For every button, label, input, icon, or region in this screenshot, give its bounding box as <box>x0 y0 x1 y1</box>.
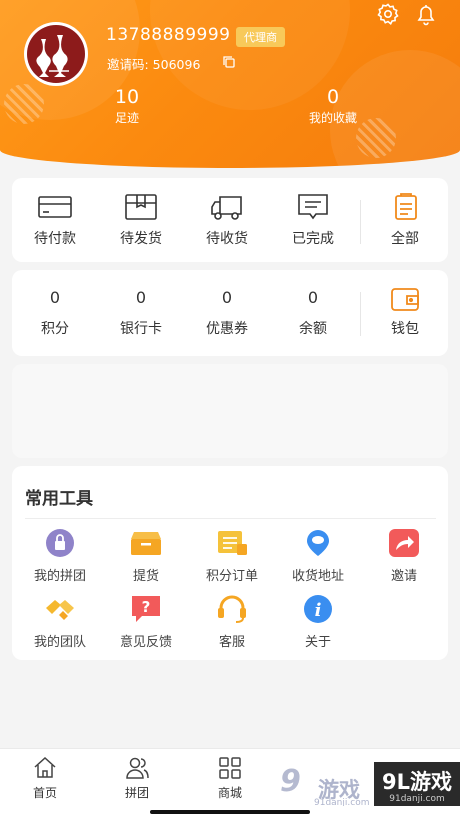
group-buy-icon <box>43 528 77 558</box>
orders-card: 待付款 待发货 待收货 已完成 全部 <box>12 178 448 262</box>
order-pending-shipment-label: 待发货 <box>120 231 162 247</box>
coupon-label: 优惠券 <box>206 321 248 337</box>
tool-my-team[interactable]: 我的团队 <box>17 594 103 650</box>
coupon-value: 0 <box>221 288 233 307</box>
order-pending-receipt[interactable]: 待收货 <box>184 192 270 248</box>
people-icon <box>124 755 150 781</box>
order-pending-payment[interactable]: 待付款 <box>12 192 98 248</box>
order-pending-payment-label: 待付款 <box>34 231 76 247</box>
wallet-item[interactable]: 钱包 <box>362 284 448 338</box>
tool-feedback[interactable]: ? 意见反馈 <box>103 594 189 650</box>
truck-icon <box>211 196 242 220</box>
order-pending-shipment[interactable]: 待发货 <box>98 192 184 248</box>
stat-favorites[interactable]: 0 我的收藏 <box>292 86 374 126</box>
wallet-icon <box>391 288 419 311</box>
bank-card-label: 银行卡 <box>120 321 162 337</box>
tool-points-order-label: 积分订单 <box>205 569 258 584</box>
tool-invite-label: 邀请 <box>390 569 417 584</box>
svg-text:i: i <box>315 600 322 621</box>
points-label: 积分 <box>41 321 69 337</box>
watermark-box-title: 9L游戏 <box>382 770 452 794</box>
bell-icon[interactable] <box>414 2 438 26</box>
headset-icon <box>215 594 249 624</box>
tool-about-label: 关于 <box>304 635 331 650</box>
tool-feedback-label: 意见反馈 <box>119 635 172 650</box>
tool-pickup-label: 提货 <box>132 569 159 584</box>
tool-shipping-address-label: 收货地址 <box>291 569 344 584</box>
nav-home-label: 首页 <box>32 786 57 800</box>
wallet-label: 钱包 <box>391 321 419 337</box>
account-divider <box>360 292 361 336</box>
tool-pickup[interactable]: 提货 <box>103 528 189 584</box>
tools-card: 常用工具 我的拼团 提货 积分订单 收货地址 邀请 我的团队 ? 意见反馈 客服… <box>12 466 448 660</box>
coupon-item[interactable]: 0 优惠券 <box>184 288 270 338</box>
tools-divider <box>25 518 436 519</box>
nav-group-buy[interactable]: 拼团 <box>102 755 172 801</box>
order-all[interactable]: 全部 <box>362 192 448 248</box>
pickup-box-icon <box>129 528 163 558</box>
location-icon <box>301 528 335 558</box>
order-completed[interactable]: 已完成 <box>270 192 356 248</box>
tool-invite[interactable]: 邀请 <box>361 528 447 584</box>
home-indicator[interactable] <box>150 810 310 814</box>
balance-value: 0 <box>307 288 319 307</box>
user-phone: 13788889999 <box>106 25 231 45</box>
watermark-logo: 9 <box>280 764 301 799</box>
settings-icon[interactable] <box>376 2 400 26</box>
tool-customer-service-label: 客服 <box>218 635 245 650</box>
tool-customer-service[interactable]: 客服 <box>189 594 275 650</box>
order-all-label: 全部 <box>391 231 419 247</box>
box-icon <box>125 194 157 220</box>
empty-banner-area <box>12 364 448 458</box>
points-value: 0 <box>49 288 61 307</box>
home-icon <box>32 755 58 781</box>
footprint-count: 10 <box>114 86 140 108</box>
order-pending-receipt-label: 待收货 <box>206 231 248 247</box>
account-card: 0 积分 0 银行卡 0 优惠券 0 余额 钱包 <box>12 270 448 356</box>
watermark-box: 9L游戏 91danji.com <box>374 762 460 812</box>
watermark-box-url: 91danji.com <box>389 794 445 804</box>
feedback-icon: ? <box>129 594 163 624</box>
copy-icon[interactable] <box>222 54 236 68</box>
share-icon <box>387 528 421 558</box>
card-icon <box>38 196 72 218</box>
team-icon <box>43 594 77 624</box>
points-item[interactable]: 0 积分 <box>12 288 98 338</box>
stat-footprint[interactable]: 10 足迹 <box>92 86 162 126</box>
tool-about[interactable]: i 关于 <box>275 594 361 650</box>
nav-group-buy-label: 拼团 <box>124 786 149 800</box>
tool-my-group-buy[interactable]: 我的拼团 <box>17 528 103 584</box>
bank-card-value: 0 <box>135 288 147 307</box>
tools-title: 常用工具 <box>25 489 93 509</box>
bank-card-item[interactable]: 0 银行卡 <box>98 288 184 338</box>
balance-label: 余额 <box>299 321 327 337</box>
grid-icon <box>217 755 243 781</box>
nav-mall[interactable]: 商城 <box>195 755 265 801</box>
points-order-icon <box>215 528 249 558</box>
balance-item[interactable]: 0 余额 <box>270 288 356 338</box>
svg-text:?: ? <box>142 598 151 616</box>
tool-points-order[interactable]: 积分订单 <box>189 528 275 584</box>
tool-shipping-address[interactable]: 收货地址 <box>275 528 361 584</box>
watermark: 9 游戏 91danji.com 9L游戏 91danji.com <box>274 762 460 812</box>
avatar[interactable] <box>24 22 88 86</box>
nav-mall-label: 商城 <box>217 786 242 800</box>
clipboard-icon <box>395 193 417 220</box>
orders-divider <box>360 200 361 244</box>
info-icon: i <box>301 594 335 624</box>
favorites-label: 我的收藏 <box>308 111 357 125</box>
order-completed-label: 已完成 <box>292 231 334 247</box>
message-check-icon <box>298 194 328 220</box>
agent-badge: 代理商 <box>236 27 285 47</box>
footprint-label: 足迹 <box>114 111 139 125</box>
profile-header: 13788889999 代理商 邀请码: 506096 10 足迹 0 我的收藏 <box>0 0 460 168</box>
invite-code: 邀请码: 506096 <box>107 57 201 72</box>
tool-my-team-label: 我的团队 <box>33 635 86 650</box>
nav-home[interactable]: 首页 <box>10 755 80 801</box>
favorites-count: 0 <box>326 86 340 108</box>
tool-my-group-buy-label: 我的拼团 <box>33 569 86 584</box>
